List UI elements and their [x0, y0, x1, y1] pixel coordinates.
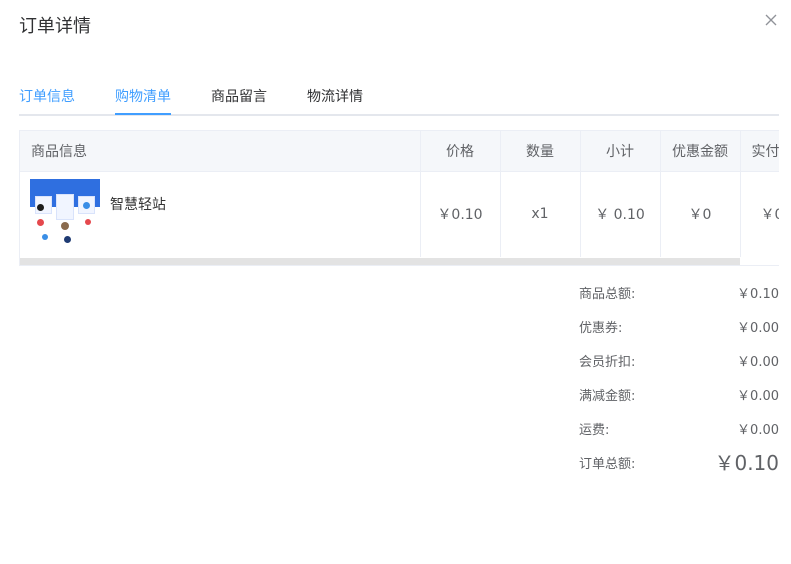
header-subtotal: 小计 — [580, 131, 661, 172]
summary-label: 运费: — [579, 423, 610, 438]
summary-value: ￥0.10 — [737, 287, 779, 302]
cell-price: ￥0.10 — [420, 171, 501, 257]
cell-subtotal: ￥ 0.10 — [580, 171, 661, 257]
cell-product: 智慧轻站 — [20, 171, 421, 257]
product-name: 智慧轻站 — [110, 197, 166, 214]
header-quantity: 数量 — [500, 131, 581, 172]
cell-quantity: x1 — [500, 171, 581, 257]
summary-value: ￥0.00 — [737, 355, 779, 370]
tab-order-info[interactable]: 订单信息 — [19, 86, 75, 106]
summary-value: ￥0.00 — [737, 389, 779, 404]
header-paid: 实付 — [740, 131, 779, 172]
header-product-info: 商品信息 — [20, 131, 421, 172]
summary-label: 会员折扣: — [579, 355, 636, 370]
header-price: 价格 — [420, 131, 501, 172]
summary-label: 优惠券: — [579, 321, 623, 336]
cell-discount: ￥0 — [660, 171, 741, 257]
summary-value: ￥0.00 — [737, 423, 779, 438]
shopping-list-table: 商品信息 价格 数量 小计 优惠金额 实付 智慧轻站 ￥0.10 x1 ￥ 0.… — [19, 130, 779, 266]
cell-paid: ￥0 — [740, 171, 779, 257]
close-icon[interactable] — [763, 12, 779, 28]
product-thumbnail[interactable] — [30, 179, 100, 250]
summary-label: 订单总额: — [579, 457, 636, 472]
order-total-value: ￥0.10 — [714, 451, 779, 475]
summary-label: 满减金额: — [579, 389, 636, 404]
header-discount: 优惠金额 — [660, 131, 741, 172]
tab-logistics[interactable]: 物流详情 — [307, 86, 363, 106]
table-header-row: 商品信息 价格 数量 小计 优惠金额 实付 — [20, 131, 779, 172]
tab-bar: 订单信息 购物清单 商品留言 物流详情 — [19, 86, 779, 116]
active-tab-indicator — [115, 113, 171, 115]
table-horizontal-scrollbar[interactable] — [20, 258, 740, 265]
table-row: 智慧轻站 ￥0.10 x1 ￥ 0.10 ￥0 ￥0 — [20, 171, 779, 257]
dialog-title: 订单详情 — [19, 16, 91, 37]
summary-value: ￥0.00 — [737, 321, 779, 336]
tab-shopping-list[interactable]: 购物清单 — [115, 86, 171, 106]
summary-label: 商品总额: — [579, 287, 636, 302]
tab-product-message[interactable]: 商品留言 — [211, 86, 267, 106]
